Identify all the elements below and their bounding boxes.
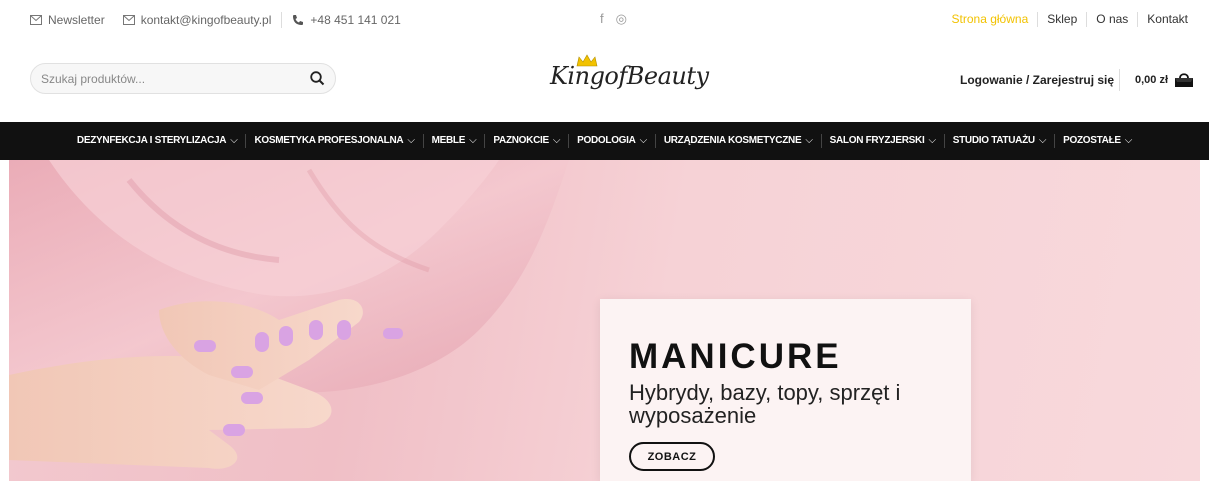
chevron-down-icon: ⌵ <box>1124 135 1133 146</box>
envelope-icon <box>30 15 42 25</box>
cart-button[interactable]: 0,00 zł <box>1135 71 1194 88</box>
chevron-down-icon: ⌵ <box>552 135 561 146</box>
menu-item-cosmetics[interactable]: KOSMETYKA PROFESJONALNA ⌵ <box>245 134 422 148</box>
chevron-down-icon: ⌵ <box>469 135 477 146</box>
menu-label: PODOLOGIA <box>577 135 636 146</box>
cart-total: 0,00 zł <box>1135 73 1169 86</box>
chevron-down-icon: ⌵ <box>230 135 238 146</box>
menu-item-devices[interactable]: URZĄDZENIA KOSMETYCZNE ⌵ <box>654 134 821 148</box>
see-more-button[interactable]: ZOBACZ <box>629 442 715 471</box>
header: KingofBeauty Logowanie / Zarejestruj się… <box>0 38 1209 122</box>
menu-label: STUDIO TATUAŻU <box>952 135 1035 146</box>
menu-label: MEBLE <box>431 135 466 146</box>
phone-link[interactable]: +48 451 141 021 <box>292 13 401 27</box>
nav-contact[interactable]: Kontakt <box>1137 12 1197 27</box>
menu-item-disinfection[interactable]: DEZYNFEKCJA I STERYLIZACJA ⌵ <box>69 134 246 148</box>
phone-icon <box>293 15 304 25</box>
chevron-down-icon: ⌵ <box>639 135 648 146</box>
promo-title: MANICURE <box>629 337 842 376</box>
newsletter-link[interactable]: Newsletter <box>30 13 105 27</box>
shopping-bag-icon <box>1175 73 1194 87</box>
main-menu: DEZYNFEKCJA I STERYLIZACJA ⌵ KOSMETYKA PR… <box>0 122 1209 160</box>
newsletter-label: Newsletter <box>48 13 105 27</box>
search-box <box>30 63 336 94</box>
menu-item-nails[interactable]: PAZNOKCIE ⌵ <box>484 134 568 148</box>
divider <box>1119 69 1120 91</box>
chevron-down-icon: ⌵ <box>928 135 936 146</box>
top-nav: Strona główna Sklep O nas Kontakt <box>943 12 1197 27</box>
chevron-down-icon: ⌵ <box>1038 135 1047 146</box>
menu-label: KOSMETYKA PROFESJONALNA <box>254 135 404 146</box>
facebook-icon[interactable]: f <box>600 11 604 27</box>
instagram-icon[interactable]: ◎ <box>616 11 627 27</box>
chevron-down-icon: ⌵ <box>805 135 813 146</box>
menu-item-other[interactable]: POZOSTAŁE ⌵ <box>1054 134 1140 148</box>
menu-item-furniture[interactable]: MEBLE ⌵ <box>422 134 485 148</box>
search-icon[interactable] <box>310 71 325 86</box>
nav-about[interactable]: O nas <box>1086 12 1137 27</box>
nav-shop[interactable]: Sklep <box>1037 12 1086 27</box>
phone-label: +48 451 141 021 <box>310 13 401 27</box>
menu-item-hair-salon[interactable]: SALON FRYZJERSKI ⌵ <box>820 134 944 148</box>
login-link[interactable]: Logowanie / Zarejestruj się <box>960 73 1114 87</box>
menu-item-podology[interactable]: PODOLOGIA ⌵ <box>568 134 655 148</box>
menu-label: SALON FRYZJERSKI <box>829 135 925 146</box>
search-input[interactable] <box>31 71 291 86</box>
chevron-down-icon: ⌵ <box>407 135 415 146</box>
top-bar: Newsletter kontakt@kingofbeauty.pl +48 4… <box>0 0 1209 38</box>
email-link[interactable]: kontakt@kingofbeauty.pl <box>122 13 272 27</box>
envelope-icon <box>122 15 135 25</box>
site-logo[interactable]: KingofBeauty <box>550 52 709 102</box>
menu-item-tattoo[interactable]: STUDIO TATUAŻU ⌵ <box>943 134 1054 148</box>
logo-text: KingofBeauty <box>550 62 709 90</box>
email-label: kontakt@kingofbeauty.pl <box>140 13 272 27</box>
menu-label: POZOSTAŁE <box>1063 135 1121 146</box>
promo-subtitle: Hybrydy, bazy, topy, sprzęt i wyposażeni… <box>629 380 901 428</box>
nav-home[interactable]: Strona główna <box>943 12 1038 27</box>
social-links: f ◎ <box>600 11 627 27</box>
divider <box>281 12 283 28</box>
contact-info: Newsletter kontakt@kingofbeauty.pl +48 4… <box>30 12 411 28</box>
menu-label: PAZNOKCIE <box>493 135 549 146</box>
promo-card: MANICURE Hybrydy, bazy, topy, sprzęt i w… <box>600 299 971 481</box>
menu-label: DEZYNFEKCJA I STERYLIZACJA <box>76 135 227 146</box>
menu-label: URZĄDZENIA KOSMETYCZNE <box>663 135 802 146</box>
